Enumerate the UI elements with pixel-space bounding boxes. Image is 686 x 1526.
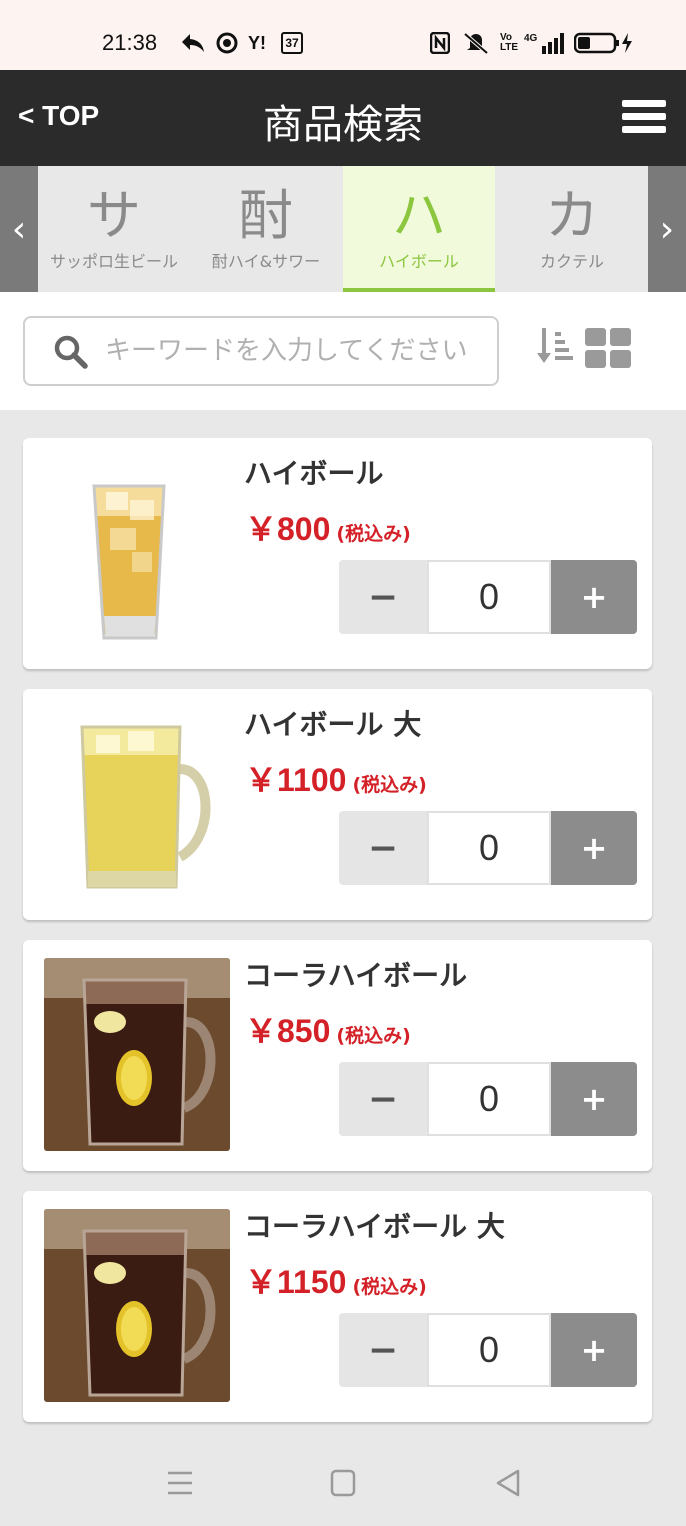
quantity-value[interactable]: 0 [427, 1062, 551, 1136]
quantity-value[interactable]: 0 [427, 811, 551, 885]
status-bar: 21:38 Y! 37 Vo LTE 4G [0, 0, 686, 70]
quantity-stepper: − 0 + [339, 1062, 637, 1136]
decrease-quantity-button[interactable]: − [339, 1062, 427, 1136]
tab-label: 酎ハイ&サワー [211, 252, 321, 271]
decrease-quantity-button[interactable]: − [339, 560, 427, 634]
tab-label: ハイボール [379, 252, 459, 271]
product-photo-highball [44, 456, 230, 649]
increase-quantity-button[interactable]: + [551, 1062, 637, 1136]
product-photo-cola-highball-large [44, 1209, 230, 1402]
increase-quantity-button[interactable]: + [551, 811, 637, 885]
product-name: コーラハイボール [244, 959, 468, 992]
nfc-icon [430, 32, 450, 54]
reply-icon [180, 32, 206, 54]
back-icon[interactable] [490, 1468, 526, 1498]
tab-chuhai-sour[interactable]: 酎 酎ハイ&サワー [190, 166, 342, 292]
tab-cocktail[interactable]: カ カクテル [496, 166, 648, 292]
product-price: ￥1100 (税込み) [245, 762, 427, 798]
signal-icon: 4G [524, 32, 566, 54]
tab-initial: カ [545, 184, 599, 247]
tab-highball[interactable]: ハ ハイボール [343, 166, 495, 292]
product-card: ハイボール 大 ￥1100 (税込み) − 0 + [23, 689, 652, 920]
product-price: ￥1150 (税込み) [245, 1264, 427, 1300]
volte-icon: Vo LTE [499, 32, 519, 53]
tab-initial: ハ [392, 184, 446, 247]
tab-sapporo-beer[interactable]: サ サッポロ生ビール [38, 166, 190, 292]
chrome-icon [216, 32, 238, 54]
tab-label: カクテル [539, 252, 604, 271]
tabs-next-arrow-icon[interactable]: › [648, 166, 686, 292]
search-area [0, 292, 686, 410]
svg-text:4G: 4G [524, 33, 538, 44]
system-nav-bar [0, 1440, 686, 1526]
hamburger-icon[interactable] [622, 100, 666, 138]
quantity-value[interactable]: 0 [427, 560, 551, 634]
tab-initial: サ [87, 184, 141, 247]
battery-icon [574, 32, 636, 54]
recent-apps-icon[interactable] [162, 1468, 198, 1498]
yahoo-icon: Y! [248, 32, 266, 53]
product-name: ハイボール [244, 457, 384, 490]
home-icon[interactable] [325, 1468, 361, 1498]
product-name: コーラハイボール 大 [244, 1210, 505, 1243]
product-name: ハイボール 大 [244, 708, 422, 741]
product-card: ハイボール ￥800 (税込み) − 0 + [23, 438, 652, 669]
decrease-quantity-button[interactable]: − [339, 811, 427, 885]
calendar-badge-icon: 37 [281, 32, 303, 54]
tab-initial: 酎 [239, 184, 293, 247]
search-icon [54, 335, 88, 369]
app-header: < TOP 商品検索 [0, 70, 686, 166]
product-price: ￥800 (税込み) [245, 511, 411, 547]
quantity-stepper: − 0 + [339, 1313, 637, 1387]
quantity-value[interactable]: 0 [427, 1313, 551, 1387]
grid-view-icon[interactable] [585, 328, 633, 368]
product-card: コーラハイボール ￥850 (税込み) − 0 + [23, 940, 652, 1171]
product-photo-cola-highball [44, 958, 230, 1151]
increase-quantity-button[interactable]: + [551, 560, 637, 634]
status-time: 21:38 [102, 30, 158, 55]
quantity-stepper: − 0 + [339, 811, 637, 885]
page-title: 商品検索 [263, 102, 423, 148]
product-photo-highball-large [44, 707, 230, 900]
increase-quantity-button[interactable]: + [551, 1313, 637, 1387]
sort-icon[interactable] [536, 326, 576, 366]
tabs-prev-arrow-icon[interactable]: ‹ [0, 166, 38, 292]
quantity-stepper: − 0 + [339, 560, 637, 634]
tab-label: サッポロ生ビール [49, 252, 178, 271]
product-card: コーラハイボール 大 ￥1150 (税込み) − 0 + [23, 1191, 652, 1422]
search-box [23, 316, 499, 386]
decrease-quantity-button[interactable]: − [339, 1313, 427, 1387]
mute-icon [462, 32, 490, 54]
category-tabs: ‹ サ サッポロ生ビール 酎 酎ハイ&サワー ハ ハイボール カ カクテル › [0, 166, 686, 292]
product-price: ￥850 (税込み) [245, 1013, 411, 1049]
search-input[interactable] [105, 328, 495, 374]
